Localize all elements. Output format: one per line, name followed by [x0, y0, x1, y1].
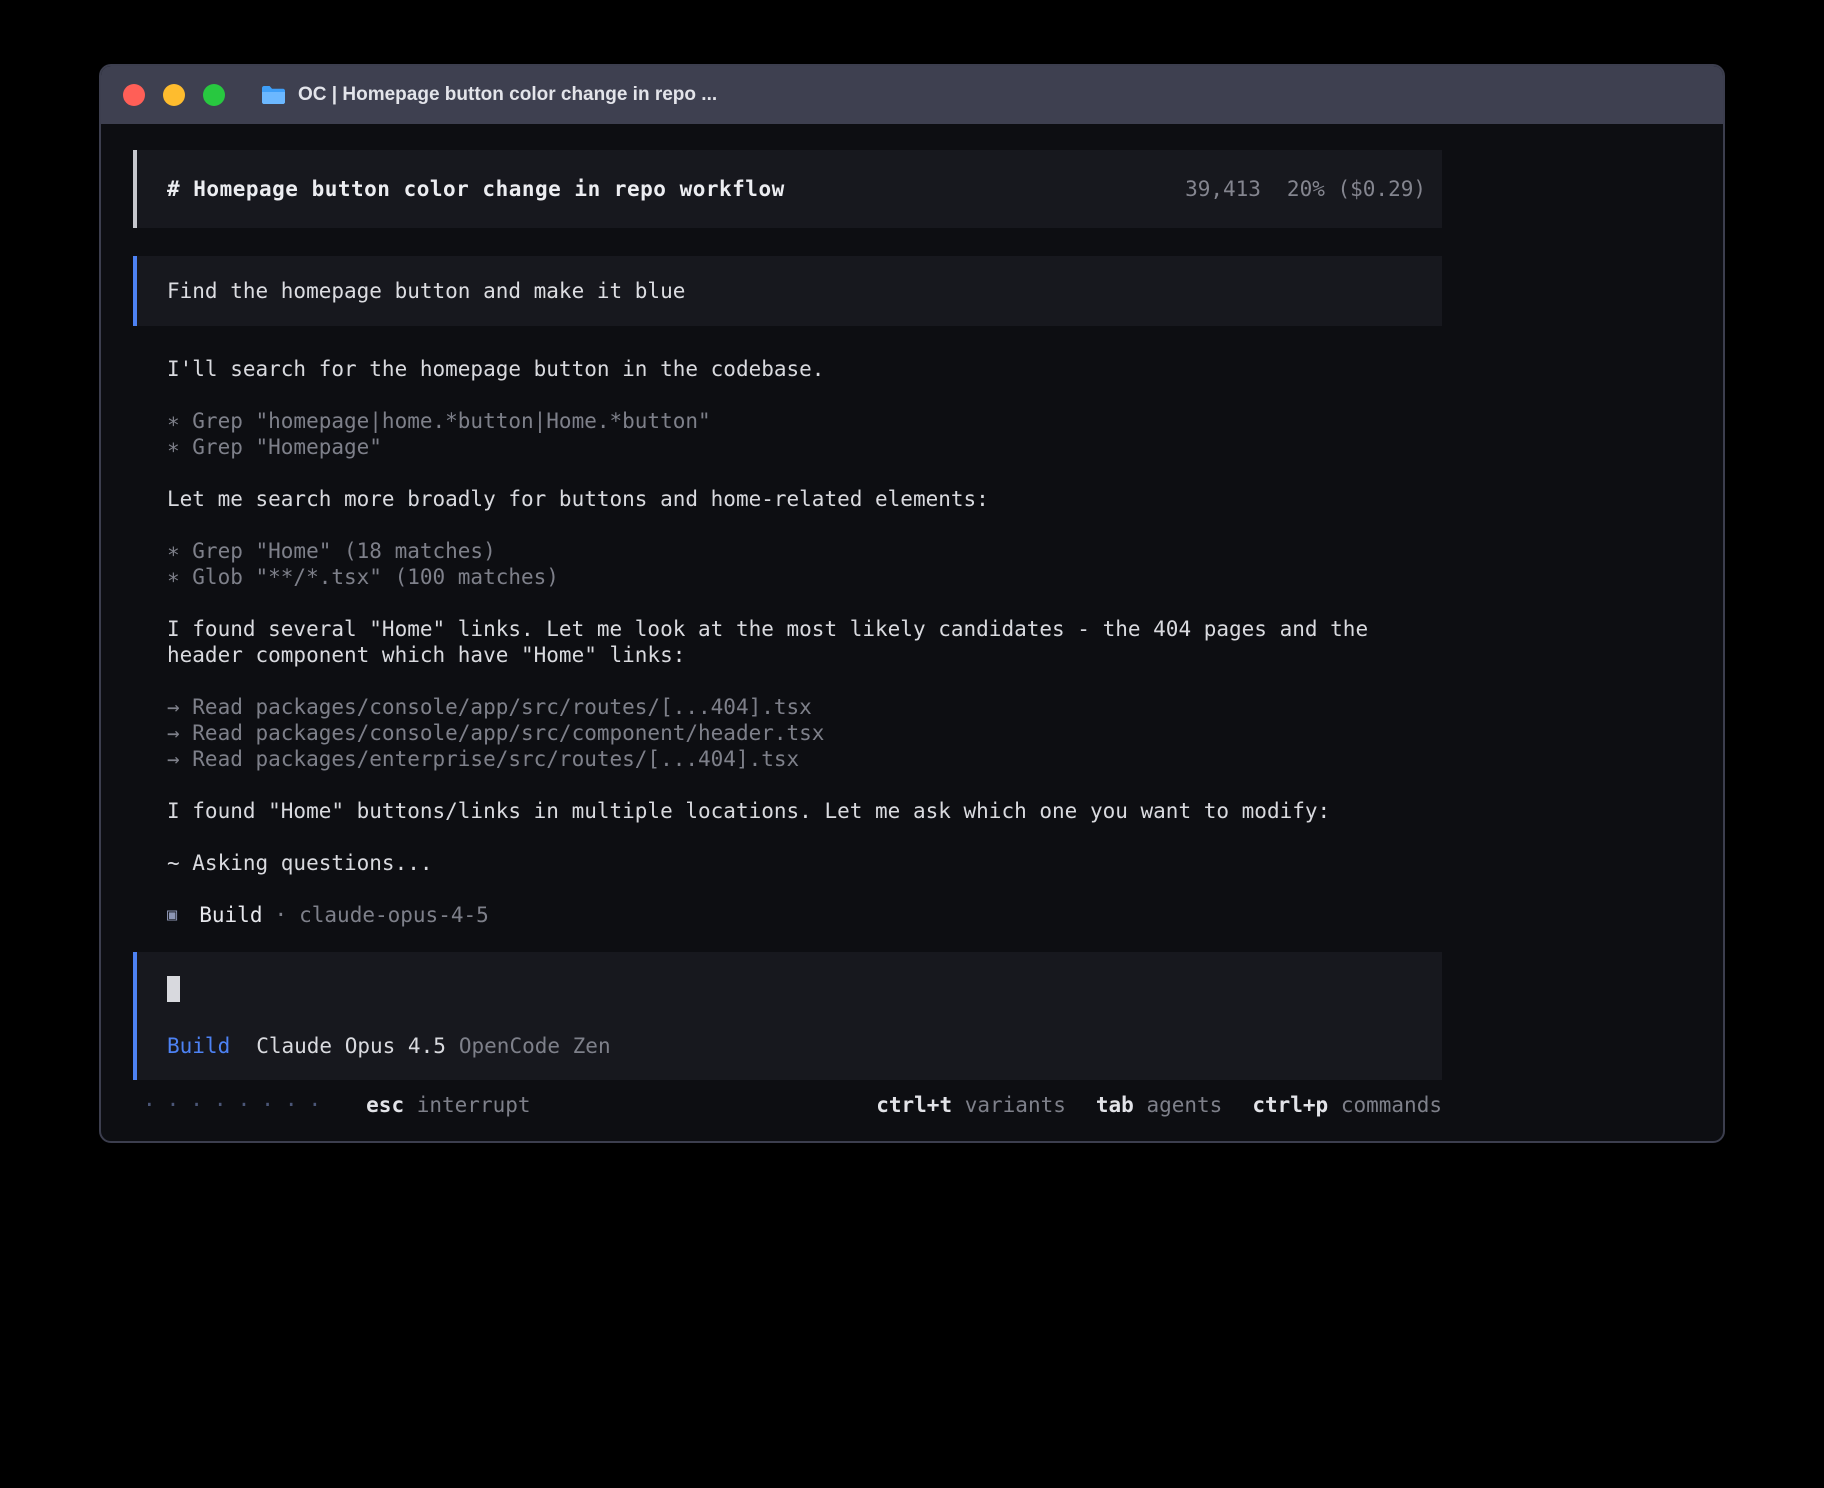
assistant-block: ∗ Grep "homepage|home.*button|Home.*butt…	[167, 408, 1442, 460]
session-content: # Homepage button color change in repo w…	[133, 124, 1442, 1080]
spinner-dots: ········	[133, 1092, 332, 1119]
assistant-block: I found several "Home" links. Let me loo…	[167, 616, 1442, 668]
agent-name: Build	[199, 902, 262, 928]
assistant-line: Let me search more broadly for buttons a…	[167, 486, 1442, 512]
assistant-block: ∗ Grep "Home" (18 matches)∗ Glob "**/*.t…	[167, 538, 1442, 590]
commands-label: commands	[1328, 1093, 1442, 1117]
commands-hint: ctrl+p commands	[1252, 1092, 1442, 1119]
assistant-line: ∗ Grep "homepage|home.*button|Home.*butt…	[167, 408, 1442, 434]
terminal-main: # Homepage button color change in repo w…	[101, 124, 1723, 1141]
agent-icon: ▣	[167, 902, 177, 928]
minimize-button[interactable]	[163, 84, 185, 106]
statusbar-left: ········ esc interrupt	[133, 1092, 531, 1119]
assistant-line: ∗ Grep "Homepage"	[167, 434, 1442, 460]
text-cursor	[167, 976, 180, 1002]
folder-icon	[261, 85, 286, 105]
assistant-block: Let me search more broadly for buttons a…	[167, 486, 1442, 512]
assistant-line: I'll search for the homepage button in t…	[167, 356, 1442, 382]
terminal-window: OC | Homepage button color change in rep…	[99, 64, 1725, 1143]
input-provider: OpenCode Zen	[459, 1034, 611, 1058]
agent-model: claude-opus-4-5	[299, 902, 489, 928]
user-message: Find the homepage button and make it blu…	[133, 256, 1442, 326]
interrupt-hint: esc interrupt	[366, 1092, 530, 1119]
window-title: OC | Homepage button color change in rep…	[298, 84, 717, 106]
assistant-line: I found several "Home" links. Let me loo…	[167, 616, 1442, 668]
conversation: I'll search for the homepage button in t…	[133, 356, 1442, 876]
variants-label: variants	[952, 1093, 1066, 1117]
agent-separator: ·	[274, 902, 287, 928]
assistant-block: ~ Asking questions...	[167, 850, 1442, 876]
context-usage: 20% ($0.29)	[1287, 177, 1426, 201]
tab-key: tab	[1096, 1093, 1134, 1117]
assistant-line: → Read packages/console/app/src/routes/[…	[167, 694, 1442, 720]
statusbar-right: ctrl+t variants tab agents ctrl+p comman…	[846, 1092, 1442, 1119]
input-model[interactable]: Claude Opus 4.5	[256, 1034, 446, 1058]
assistant-line: ~ Asking questions...	[167, 850, 1442, 876]
session-title: # Homepage button color change in repo w…	[167, 177, 785, 201]
titlebar[interactable]: OC | Homepage button color change in rep…	[101, 66, 1723, 124]
assistant-block: I found "Home" buttons/links in multiple…	[167, 798, 1442, 824]
prompt-input[interactable]: Build Claude Opus 4.5 OpenCode Zen	[133, 952, 1442, 1080]
traffic-lights	[123, 84, 225, 106]
assistant-line: → Read packages/enterprise/src/routes/[.…	[167, 746, 1442, 772]
ctrl-t-key: ctrl+t	[876, 1093, 952, 1117]
variants-hint: ctrl+t variants	[876, 1092, 1066, 1119]
user-message-text: Find the homepage button and make it blu…	[167, 279, 685, 303]
interrupt-label: interrupt	[404, 1093, 530, 1117]
assistant-line: ∗ Glob "**/*.tsx" (100 matches)	[167, 564, 1442, 590]
ctrl-p-key: ctrl+p	[1252, 1093, 1328, 1117]
agents-hint: tab agents	[1096, 1092, 1222, 1119]
esc-key: esc	[366, 1093, 404, 1117]
assistant-line: ∗ Grep "Home" (18 matches)	[167, 538, 1442, 564]
token-count: 39,413	[1185, 177, 1261, 201]
assistant-line: → Read packages/console/app/src/componen…	[167, 720, 1442, 746]
input-meta: Build Claude Opus 4.5 OpenCode Zen	[167, 1033, 1442, 1060]
assistant-line: I found "Home" buttons/links in multiple…	[167, 798, 1442, 824]
session-stats: 39,413 20% ($0.29)	[1185, 177, 1426, 201]
input-mode[interactable]: Build	[167, 1034, 230, 1058]
zoom-button[interactable]	[203, 84, 225, 106]
assistant-block: I'll search for the homepage button in t…	[167, 356, 1442, 382]
session-header: # Homepage button color change in repo w…	[133, 150, 1442, 228]
close-button[interactable]	[123, 84, 145, 106]
agent-status-line: ▣ Build · claude-opus-4-5	[133, 902, 1442, 928]
assistant-block: → Read packages/console/app/src/routes/[…	[167, 694, 1442, 772]
agents-label: agents	[1134, 1093, 1223, 1117]
statusbar: ········ esc interrupt ctrl+t variants t…	[133, 1092, 1442, 1119]
window-title-group: OC | Homepage button color change in rep…	[261, 84, 717, 106]
